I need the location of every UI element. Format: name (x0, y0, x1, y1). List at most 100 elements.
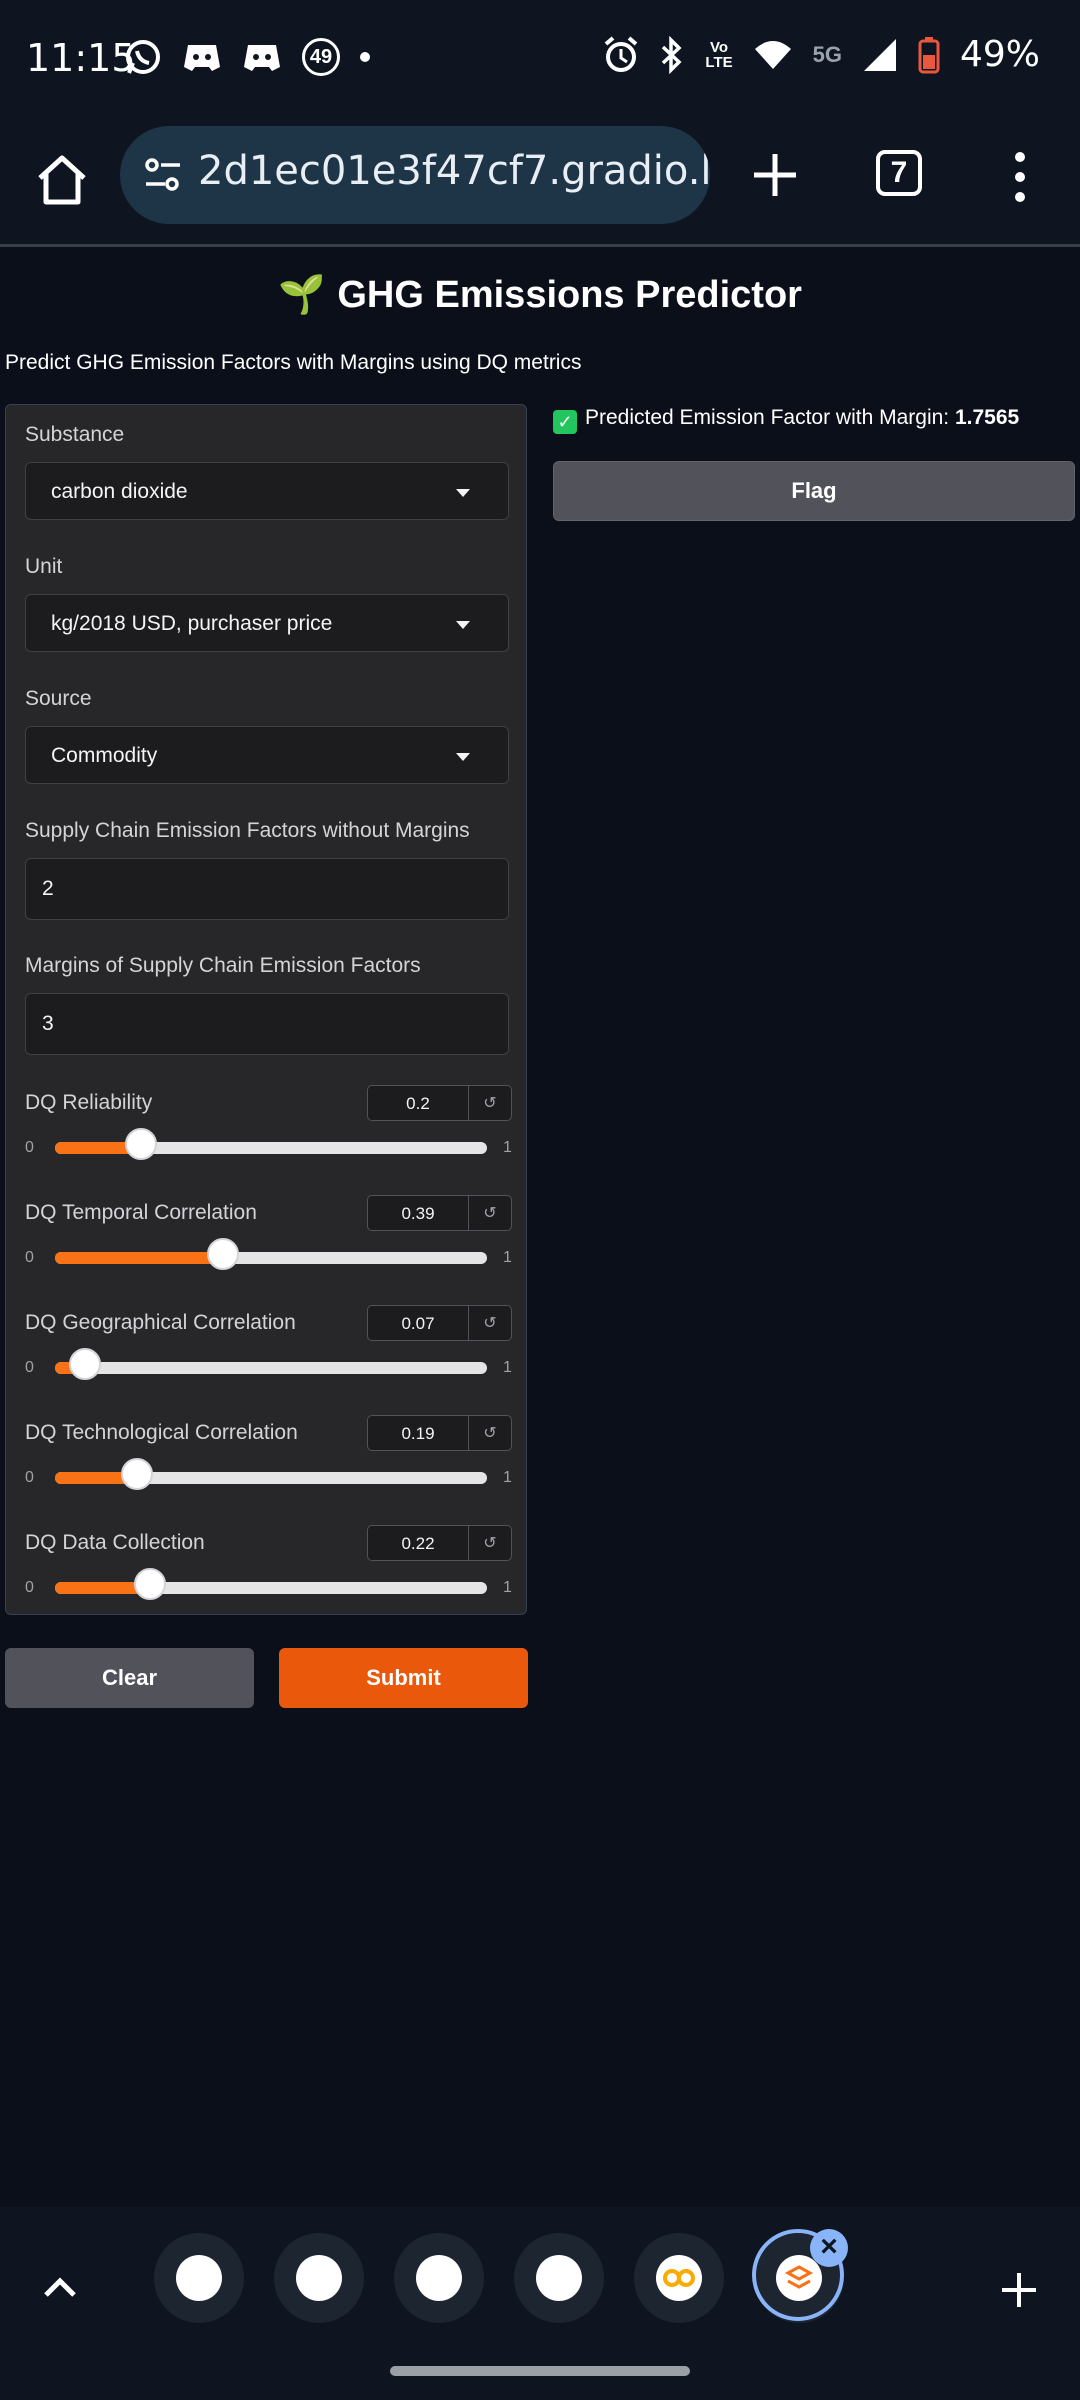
slider-thumb[interactable] (121, 1458, 154, 1490)
source-value: Commodity (51, 744, 158, 767)
slider-track[interactable] (55, 1238, 487, 1270)
alarm-icon (605, 35, 638, 72)
notification-count-badge: 49 (302, 38, 340, 76)
overflow-menu-icon[interactable] (1010, 150, 1030, 204)
reset-icon[interactable]: ↺ (468, 1195, 512, 1231)
slider-max: 1 (503, 1139, 512, 1156)
address-bar[interactable]: 2d1ec01e3f47cf7.gradio.live (120, 126, 710, 224)
bluetooth-icon (662, 35, 682, 74)
tab-icon-3[interactable] (394, 2233, 484, 2323)
battery-percent: 49% (959, 34, 1040, 75)
colab-icon[interactable] (634, 2233, 724, 2323)
whatsapp-icon (126, 40, 160, 74)
substance-label: Substance (25, 423, 125, 446)
home-icon[interactable] (30, 148, 94, 212)
tab-switcher-button[interactable]: 7 (876, 150, 922, 196)
slider-label: DQ Data Collection (25, 1531, 205, 1554)
tab-favicon (296, 2255, 342, 2301)
url-text: 2d1ec01e3f47cf7.gradio.live (198, 148, 710, 194)
site-settings-icon[interactable] (142, 154, 184, 196)
slider-value-box[interactable]: 0.07 (367, 1305, 469, 1341)
slider-dq-reliability[interactable]: DQ Reliability 0.2 ↺ 0 1 (25, 1085, 512, 1191)
volte-top: Vo (709, 38, 729, 56)
gesture-home-bar[interactable] (390, 2366, 690, 2376)
status-notification-icons: 49 (124, 38, 370, 76)
margins-input-field[interactable] (26, 994, 508, 1054)
github-icon[interactable] (514, 2233, 604, 2323)
slider-thumb[interactable] (134, 1568, 167, 1600)
check-mark-icon: ✓ (553, 410, 577, 434)
slider-thumb[interactable] (125, 1128, 158, 1160)
network-type: 5G (812, 41, 842, 67)
slider-dq-temporal-correlation[interactable]: DQ Temporal Correlation 0.39 ↺ 0 1 (25, 1195, 512, 1301)
unit-dropdown[interactable]: kg/2018 USD, purchaser price (25, 594, 509, 652)
slider-track[interactable] (55, 1348, 487, 1380)
sef-input-field[interactable] (26, 859, 508, 919)
slider-track[interactable] (55, 1128, 487, 1160)
battery-icon (918, 36, 940, 73)
slider-thumb[interactable] (207, 1238, 240, 1270)
caret-down-icon (456, 489, 470, 497)
volte-bottom: LTE (705, 53, 733, 71)
page-title: 🌱 GHG Emissions Predictor (0, 273, 1080, 317)
status-bar: 11:15 49 Vo LTE 5G 49% (0, 0, 1080, 120)
slider-max: 1 (503, 1469, 512, 1486)
tab-icon-2[interactable] (274, 2233, 364, 2323)
slider-min: 0 (25, 1139, 34, 1156)
slider-label: DQ Geographical Correlation (25, 1311, 296, 1334)
slider-value-box[interactable]: 0.22 (367, 1525, 469, 1561)
slider-track[interactable] (55, 1458, 487, 1490)
slider-value-box[interactable]: 0.19 (367, 1415, 469, 1451)
slider-max: 1 (503, 1359, 512, 1376)
page-title-text: GHG Emissions Predictor (337, 274, 802, 316)
reset-icon[interactable]: ↺ (468, 1415, 512, 1451)
reset-icon[interactable]: ↺ (468, 1305, 512, 1341)
slider-thumb[interactable] (69, 1348, 102, 1380)
colab-favicon (656, 2255, 702, 2301)
source-label: Source (25, 687, 92, 710)
new-tab-icon[interactable] (748, 148, 802, 202)
slider-max: 1 (503, 1249, 512, 1266)
slider-min: 0 (25, 1469, 34, 1486)
substance-dropdown[interactable]: carbon dioxide (25, 462, 509, 520)
slider-max: 1 (503, 1579, 512, 1596)
page-subtitle: Predict GHG Emission Factors with Margin… (5, 351, 582, 374)
sef-input[interactable] (25, 858, 509, 920)
prediction-output: ✓ Predicted Emission Factor with Margin: … (553, 406, 1019, 434)
slider-min: 0 (25, 1249, 34, 1266)
add-tab-icon[interactable] (998, 2269, 1040, 2311)
slider-value-box[interactable]: 0.2 (367, 1085, 469, 1121)
slider-dq-technological-correlation[interactable]: DQ Technological Correlation 0.19 ↺ 0 1 (25, 1415, 512, 1521)
input-panel: Substance carbon dioxide Unit kg/2018 US… (5, 404, 527, 1615)
clear-button[interactable]: Clear (5, 1648, 254, 1708)
reset-icon[interactable]: ↺ (468, 1085, 512, 1121)
discord-icon (184, 45, 220, 71)
source-dropdown[interactable]: Commodity (25, 726, 509, 784)
status-time: 11:15 (26, 36, 136, 80)
margins-input[interactable] (25, 993, 509, 1055)
slider-dq-geographical-correlation[interactable]: DQ Geographical Correlation 0.07 ↺ 0 1 (25, 1305, 512, 1411)
margins-label: Margins of Supply Chain Emission Factors (25, 954, 421, 977)
tab-icon-1[interactable] (154, 2233, 244, 2323)
slider-track[interactable] (55, 1568, 487, 1600)
dot-icon (360, 52, 370, 62)
discord-icon (244, 45, 280, 71)
unit-value: kg/2018 USD, purchaser price (51, 612, 333, 635)
slider-min: 0 (25, 1579, 34, 1596)
sef-label: Supply Chain Emission Factors without Ma… (25, 819, 470, 842)
slider-dq-data-collection[interactable]: DQ Data Collection 0.22 ↺ 0 1 (25, 1525, 512, 1631)
substance-value: carbon dioxide (51, 480, 188, 503)
close-tab-icon[interactable]: × (810, 2229, 848, 2267)
unit-label: Unit (25, 555, 63, 578)
caret-down-icon (456, 753, 470, 761)
slider-value-box[interactable]: 0.39 (367, 1195, 469, 1231)
browser-toolbar: 2d1ec01e3f47cf7.gradio.live 7 (0, 120, 1080, 247)
submit-button[interactable]: Submit (279, 1648, 528, 1708)
reset-icon[interactable]: ↺ (468, 1525, 512, 1561)
slider-label: DQ Temporal Correlation (25, 1201, 257, 1224)
caret-down-icon (456, 621, 470, 629)
chevron-up-icon[interactable] (40, 2271, 80, 2301)
github-favicon (536, 2255, 582, 2301)
status-system-icons: Vo LTE 5G 49% (603, 34, 1040, 75)
flag-button[interactable]: Flag (553, 461, 1075, 521)
